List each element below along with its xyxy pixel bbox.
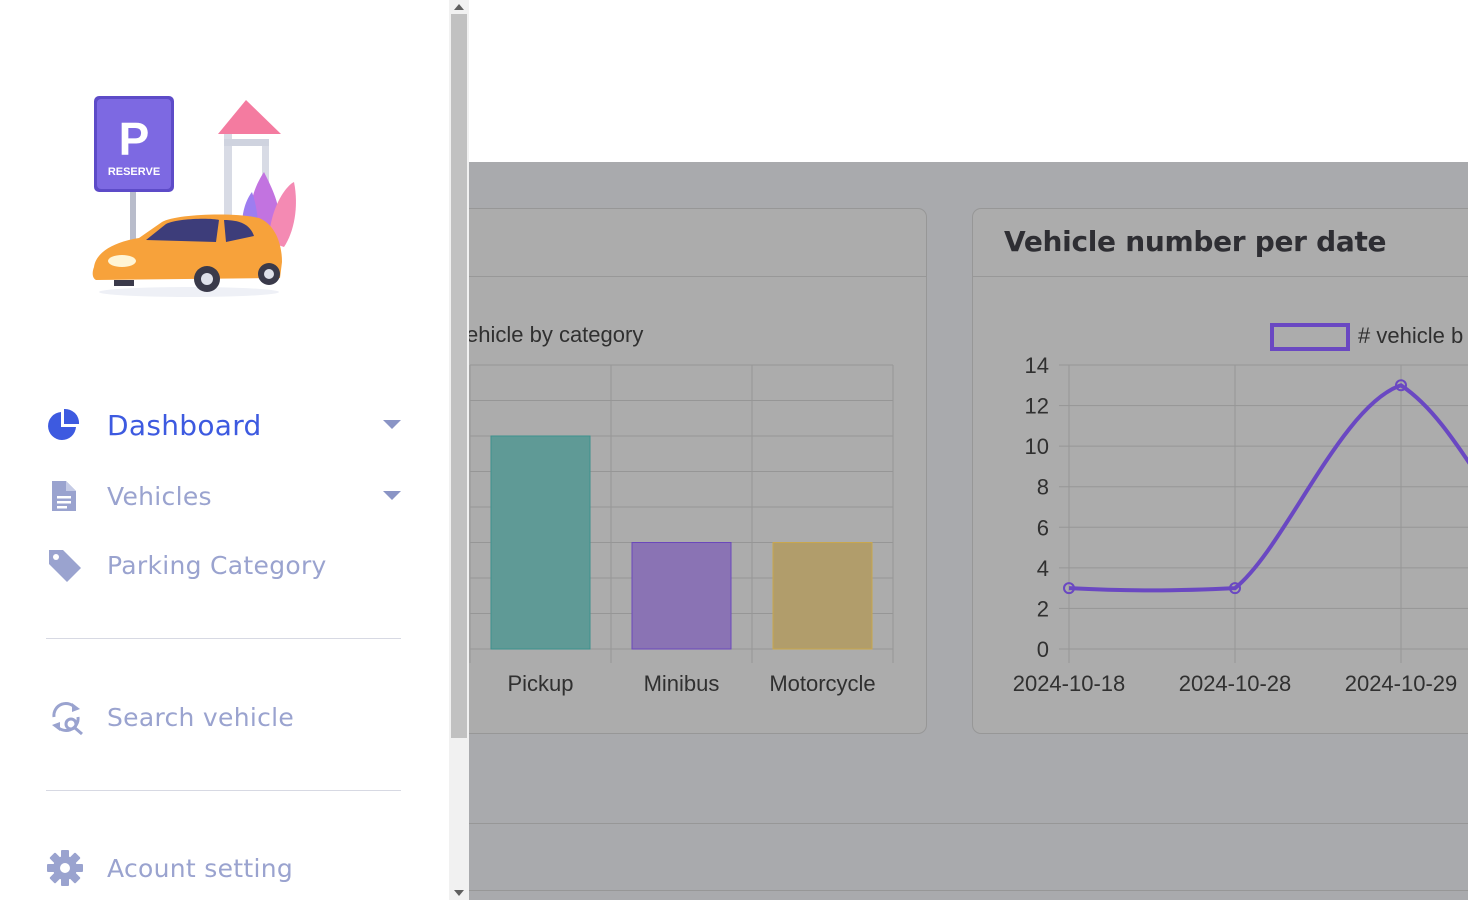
x-tick-label: Minibus [644,671,720,696]
nav-parking-category-label: Parking Category [107,550,327,580]
category-chart-card: Pickup Minibus Motorcycle ehicle by categor… [469,208,927,734]
sidebar: P RESERVE Dashboard Vehicles Parking Cat… [0,0,449,900]
pie-chart-icon [46,405,86,445]
x-tick-label: 2024-10-28 [1179,671,1292,696]
bar [631,542,732,650]
scrollbar-thumb[interactable] [451,14,467,738]
nav-parking-category[interactable]: Parking Category [46,545,406,585]
y-tick-label: 14 [1025,353,1049,378]
document-icon [46,476,86,516]
card-title: Vehicle number per date [1004,225,1387,258]
x-tick-label: Motorcycle [769,671,875,696]
section-divider [469,890,1468,891]
nav-account-setting-label: Acount setting [107,853,294,883]
x-tick-label: 2024-10-29 [1345,671,1458,696]
y-tick-label: 8 [1037,475,1049,500]
search-refresh-icon [46,697,86,737]
gear-icon [46,848,86,888]
bar [490,435,591,650]
nav-search-vehicle-label: Search vehicle [107,702,295,732]
scroll-down-icon[interactable] [454,890,464,896]
sidebar-scrollbar[interactable] [449,0,469,900]
logo-sign-letter: P [119,113,150,165]
parking-logo: P RESERVE [92,96,296,297]
chevron-down-icon [383,491,401,500]
x-tick-label: 2024-10-18 [1013,671,1126,696]
y-tick-label: 12 [1025,394,1049,419]
logo-sign-text: RESERVE [108,166,160,178]
y-tick-label: 2 [1037,596,1049,621]
tag-icon [46,545,86,585]
nav-account-setting[interactable]: Acount setting [46,848,406,888]
legend-swatch [1270,323,1350,351]
main-content: Pickup Minibus Motorcycle ehicle by categor… [469,0,1468,900]
nav-vehicles-label: Vehicles [107,481,212,511]
sidebar-divider [46,638,401,639]
nav-dashboard[interactable]: Dashboard [46,405,406,445]
nav-dashboard-label: Dashboard [107,408,262,442]
section-divider [469,823,1468,824]
series-line [1068,383,1468,593]
scroll-up-icon[interactable] [454,4,464,10]
y-tick-label: 4 [1037,556,1049,581]
card-header: Vehicle number per date [973,209,1468,277]
chevron-down-icon [383,420,401,429]
y-tick-label: 10 [1025,434,1049,459]
vehicle-per-date-line-chart: 0 2 4 6 8 10 12 14 2024-10-18 2024-10-28 2024-10-2… [1013,323,1468,696]
legend-label: ehicle by category [469,322,643,347]
card-header [469,209,926,277]
sidebar-divider [46,790,401,791]
per-date-chart-card: Vehicle number per date 0 2 4 6 8 10 12 14 2024-… [972,208,1468,734]
bar [772,542,873,650]
y-tick-label: 6 [1037,515,1049,540]
legend-label: # vehicle b [1358,323,1463,348]
modal-overlay[interactable]: Pickup Minibus Motorcycle ehicle by categor… [469,162,1468,900]
y-tick-label: 0 [1037,637,1049,662]
x-tick-label: Pickup [507,671,573,696]
nav-vehicles[interactable]: Vehicles [46,476,406,516]
category-bar-chart: Pickup Minibus Motorcycle ehicle by categor… [469,322,894,696]
nav-search-vehicle[interactable]: Search vehicle [46,697,406,737]
